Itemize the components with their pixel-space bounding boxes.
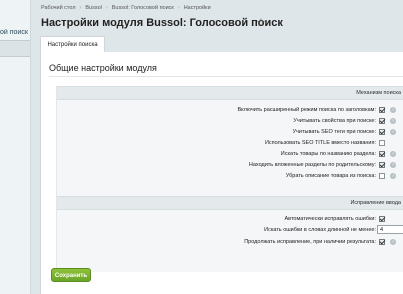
use-seo-tags-checkbox[interactable] — [379, 129, 385, 135]
option-label: Продолжать исправление, при наличии резу… — [244, 239, 376, 245]
option-row: Использовать SEO TITLE вместо названия: — [57, 138, 403, 149]
left-sidebar: ой поиск — [0, 0, 31, 294]
seo-title-instead-checkbox[interactable] — [379, 140, 385, 146]
option-label: Искать ошибки в словах длинной не менее: — [264, 227, 376, 233]
option-label: Автоматически исправлять ошибки: — [284, 216, 377, 222]
nested-sections-checkbox[interactable] — [379, 162, 385, 168]
breadcrumb-item-module[interactable]: Bussol: Голосовой поиск — [112, 5, 174, 11]
option-row: Продолжать исправление, при наличии резу… — [57, 237, 403, 248]
group-header-search-engine: Механизм поиска — [57, 86, 403, 100]
search-by-section-checkbox[interactable] — [379, 151, 385, 157]
option-row: Искать ошибки в словах длинной не менее:… — [57, 225, 403, 236]
help-icon[interactable]: ? — [390, 107, 396, 113]
option-label: Учитывать свойства при поиске: — [293, 118, 376, 124]
option-label: Использовать SEO TITLE вместо названия: — [264, 140, 376, 146]
help-icon[interactable]: ? — [390, 118, 396, 124]
star-icon[interactable]: ☆ — [256, 16, 266, 29]
breadcrumb-separator: › — [79, 5, 82, 11]
option-row: Находить вложенные разделы по родительск… — [57, 160, 403, 171]
option-label: Убрать описание товара из поиска: — [285, 173, 376, 179]
group-header-input-correction: Исправление ввода — [57, 196, 403, 210]
use-properties-checkbox[interactable] — [379, 118, 385, 124]
option-row: Включить расширенный режим поиска по заг… — [57, 105, 403, 116]
save-button[interactable]: Сохранить — [51, 268, 91, 282]
page-title: Настройки модуля Bussol: Голосовой поиск — [41, 17, 283, 29]
breadcrumb-item-settings[interactable]: Настройки — [184, 5, 211, 11]
section-title: Общие настройки модуля — [49, 63, 157, 73]
sidebar-item-active[interactable] — [0, 41, 30, 56]
option-label: Находить вложенные разделы по родительск… — [248, 162, 376, 168]
option-label: Искать товары по названию раздела: — [280, 151, 376, 157]
option-label: Учитывать SEO теги при поиске: — [292, 129, 376, 135]
help-icon[interactable]: ? — [390, 162, 396, 168]
min-word-length-input[interactable]: 4 — [377, 225, 403, 234]
option-label: Включить расширенный режим поиска по заг… — [237, 107, 376, 113]
settings-panel: Общие настройки модуля Механизм поиска В… — [40, 52, 403, 294]
section-divider — [49, 76, 403, 77]
help-icon[interactable]: ? — [390, 173, 396, 179]
breadcrumb-separator: › — [105, 5, 108, 11]
option-row: Учитывать свойства при поиске: ? — [57, 116, 403, 127]
help-icon[interactable]: ? — [390, 239, 396, 245]
breadcrumb-item-bussol[interactable]: Bussol — [85, 5, 102, 11]
advanced-title-search-checkbox[interactable] — [379, 107, 385, 113]
breadcrumb: Рабочий стол › Bussol › Bussol: Голосовой по… — [41, 5, 211, 11]
sidebar-item-voice-search[interactable]: ой поиск — [0, 29, 30, 36]
tab-search-settings[interactable]: Настройки поиска — [40, 36, 105, 52]
option-row: Искать товары по названию раздела: ? — [57, 149, 403, 160]
option-row: Учитывать SEO теги при поиске: ? — [57, 127, 403, 138]
option-row: Убрать описание товара из поиска: ? — [57, 171, 403, 182]
help-icon[interactable]: ? — [390, 129, 396, 135]
breadcrumb-item-desktop[interactable]: Рабочий стол — [41, 5, 76, 11]
help-icon[interactable]: ? — [390, 151, 396, 157]
exclude-description-checkbox[interactable] — [379, 173, 385, 179]
auto-correct-checkbox[interactable] — [379, 216, 385, 222]
continue-correction-checkbox[interactable] — [379, 239, 385, 245]
tab-bar: Настройки поиска — [40, 36, 403, 52]
option-row: Автоматически исправлять ошибки: — [57, 214, 403, 225]
settings-form: Механизм поиска Включить расширенный реж… — [56, 86, 403, 272]
sidebar-divider — [0, 56, 30, 57]
breadcrumb-separator: › — [177, 5, 180, 11]
